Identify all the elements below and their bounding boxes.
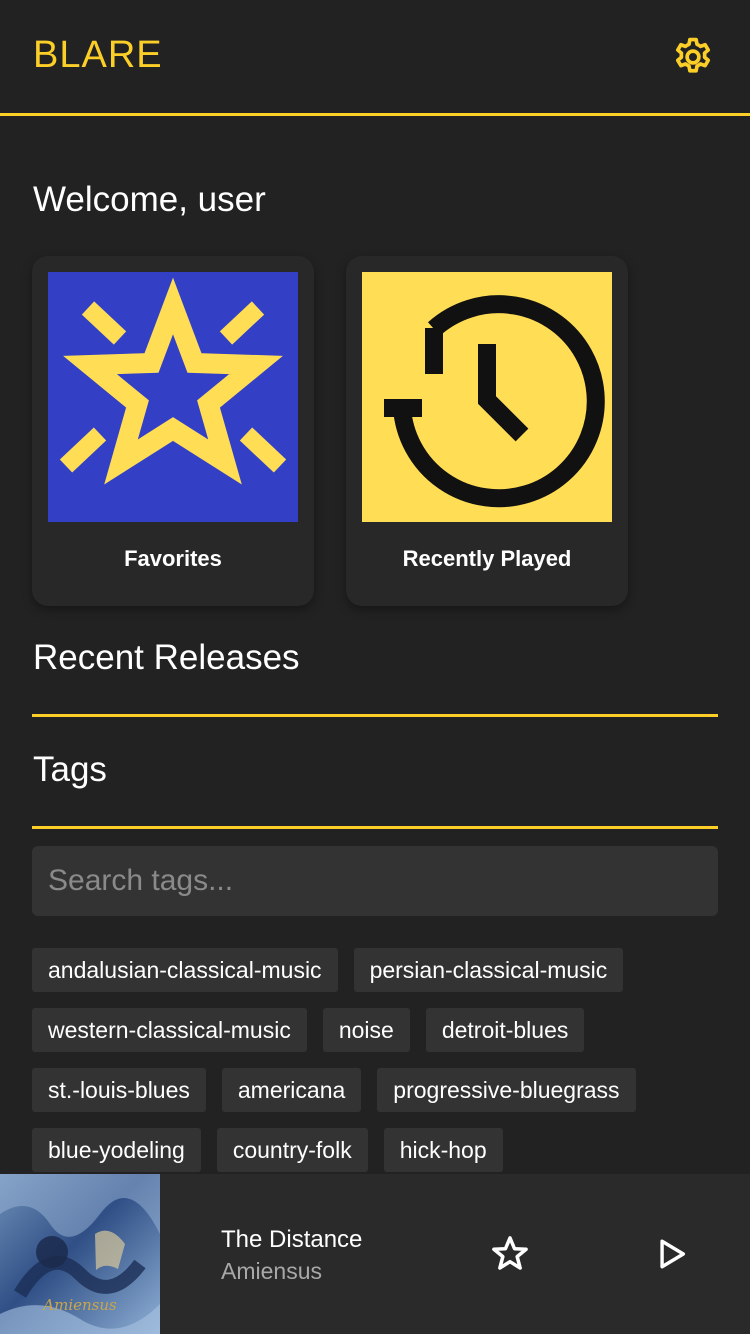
album-cover[interactable]: Amiensus xyxy=(0,1174,160,1334)
tag-chip[interactable]: americana xyxy=(221,1068,362,1112)
tag-search-input[interactable] xyxy=(32,846,718,916)
tag-chip[interactable]: country-folk xyxy=(216,1128,368,1172)
tag-chip[interactable]: persian-classical-music xyxy=(353,948,624,992)
favorites-label: Favorites xyxy=(124,546,222,571)
recent-releases-divider xyxy=(32,714,718,717)
tag-chip[interactable]: progressive-bluegrass xyxy=(377,1068,636,1112)
history-clock-icon xyxy=(362,272,612,522)
settings-button[interactable] xyxy=(669,33,717,81)
tag-chip[interactable]: andalusian-classical-music xyxy=(32,948,338,992)
recently-played-label: Recently Played xyxy=(402,546,572,571)
now-playing-bar: Amiensus The Distance Amiensus xyxy=(0,1174,750,1334)
tag-chip[interactable]: western-classical-music xyxy=(32,1008,307,1052)
album-art-image: Amiensus xyxy=(0,1174,160,1334)
album-cover-text: Amiensus xyxy=(41,1296,117,1314)
welcome-heading: Welcome, user xyxy=(33,180,266,219)
favorites-card[interactable]: Favorites xyxy=(32,256,314,606)
tags-divider xyxy=(32,826,718,829)
tag-chip[interactable]: blue-yodeling xyxy=(32,1128,201,1172)
app-bar: BLARE xyxy=(0,0,750,116)
favorite-button[interactable] xyxy=(486,1230,534,1278)
recent-releases-heading: Recent Releases xyxy=(33,638,300,677)
play-icon xyxy=(660,1239,686,1269)
star-icon xyxy=(48,272,298,522)
tag-chip[interactable]: noise xyxy=(322,1008,410,1052)
gear-icon xyxy=(675,37,711,73)
recently-played-card[interactable]: Recently Played xyxy=(346,256,628,606)
tags-heading: Tags xyxy=(33,750,107,789)
track-title: The Distance xyxy=(221,1226,363,1253)
play-button[interactable] xyxy=(648,1230,696,1278)
tag-chip[interactable]: hick-hop xyxy=(383,1128,503,1172)
tag-chip[interactable]: st.-louis-blues xyxy=(32,1068,206,1112)
track-artist: Amiensus xyxy=(221,1258,322,1284)
app-title: BLARE xyxy=(33,34,163,76)
star-outline-icon xyxy=(492,1236,528,1270)
tag-list: andalusian-classical-music persian-class… xyxy=(32,948,722,1172)
tag-chip[interactable]: detroit-blues xyxy=(425,1008,585,1052)
